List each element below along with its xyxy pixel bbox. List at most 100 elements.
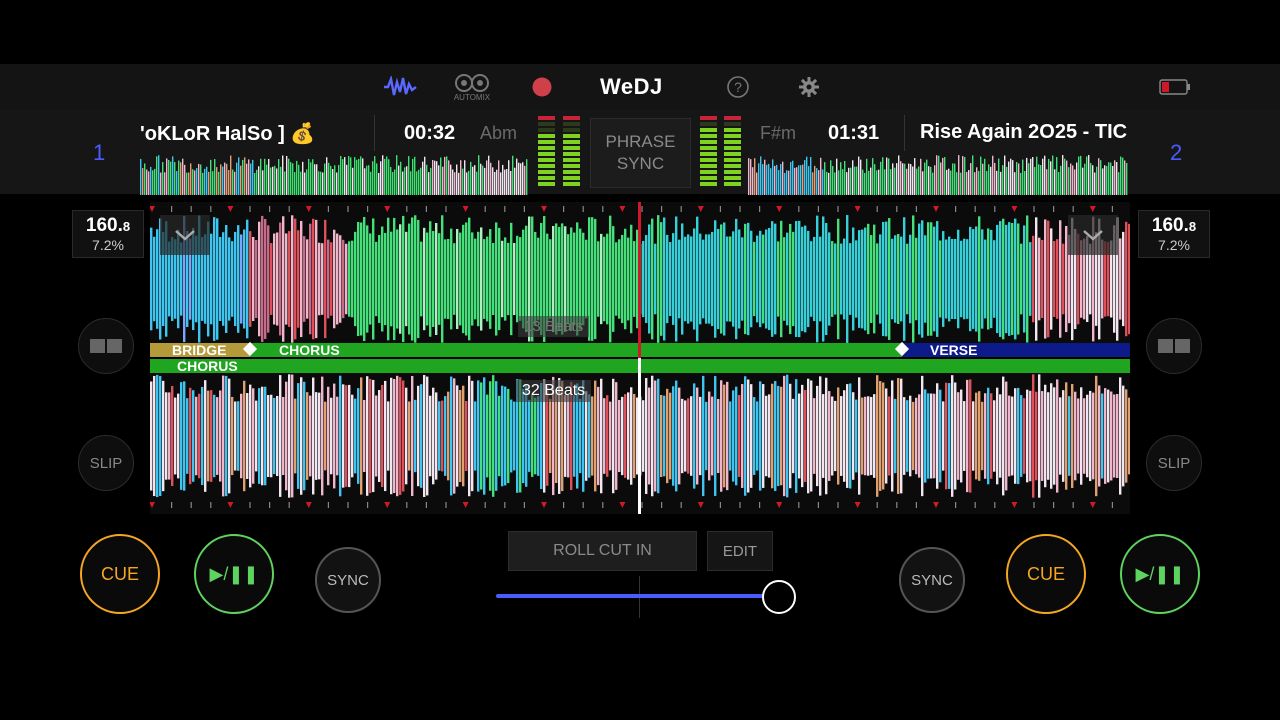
waveform-bar (183, 381, 186, 491)
waveform-bar (882, 157, 884, 195)
phrase-sync-button[interactable]: PHRASE SYNC (590, 118, 691, 188)
waveform-bar (399, 377, 402, 495)
waveform-bar (900, 161, 902, 195)
waveform-bar (924, 235, 927, 323)
deck-2-cue-button[interactable]: CUE (1006, 534, 1086, 614)
waveform-bar (807, 230, 810, 328)
waveform-bar (1006, 166, 1008, 195)
deck-1-play-pause-button[interactable]: ▶/❚❚ (194, 534, 274, 614)
deck-1-view-toggle-button[interactable] (78, 318, 134, 374)
deck-2-bpm-display[interactable]: 160.8 7.2% (1138, 210, 1210, 258)
waveform-bar (1090, 163, 1092, 195)
waveform-bar (152, 170, 154, 195)
waveform-bar (1104, 165, 1106, 195)
waveform-bar (258, 221, 261, 337)
waveform-bar (300, 220, 303, 338)
waveform-bar (270, 167, 272, 195)
beat-tick (619, 502, 626, 508)
waveform-bar (1035, 217, 1038, 341)
waveform-bar (518, 162, 520, 195)
deck-1-chevron-down-icon[interactable] (160, 215, 210, 255)
waveform-bar (600, 233, 603, 325)
waveform-bar (1122, 231, 1125, 327)
waveform-bar (873, 394, 876, 478)
waveform-bar (802, 164, 804, 195)
waveform-bar (843, 238, 846, 320)
deck-1-overview-waveform[interactable] (140, 155, 528, 195)
beat-tick (582, 206, 584, 212)
waveform-bar (290, 162, 292, 195)
waveform-bar (1052, 155, 1054, 195)
automix-button[interactable]: AUTOMIX (450, 70, 494, 104)
waveform-bar (226, 163, 228, 195)
waveform-bar (885, 388, 888, 484)
waveform-bar (866, 158, 868, 195)
help-button[interactable]: ? (726, 75, 750, 99)
deck-1-sync-button[interactable]: SYNC (315, 547, 381, 613)
edit-button[interactable]: EDIT (707, 531, 773, 571)
waveform-bar (300, 377, 303, 495)
deck-1-cue-button[interactable]: CUE (80, 534, 160, 614)
deck-1-track-title[interactable]: 'oKLoR HalSo ] 💰 (140, 121, 360, 146)
waveform-bar (717, 228, 720, 330)
waveform-bar (764, 159, 766, 195)
waveform-bar (537, 396, 540, 476)
waveform-bar (522, 229, 525, 329)
waveform-bar (519, 237, 522, 321)
waveform-bar (465, 401, 468, 471)
waveform-bar (249, 384, 252, 488)
waveform-bar (252, 236, 255, 322)
settings-button[interactable] (797, 75, 821, 99)
waveform-bar (506, 169, 508, 195)
split-view-icon (90, 339, 122, 353)
deck-2-sync-button[interactable]: SYNC (899, 547, 965, 613)
waveform-bar (942, 157, 944, 195)
waveform-bar (855, 399, 858, 473)
beat-tick (227, 502, 234, 508)
waveform-bar (597, 241, 600, 317)
waveform-bar (870, 235, 873, 323)
waveform-bar (990, 229, 993, 329)
deck-2-view-toggle-button[interactable] (1146, 318, 1202, 374)
waveform-bar (840, 162, 842, 195)
deck-1-bpm-display[interactable]: 160.8 7.2% (72, 210, 144, 258)
deck-2-track-title[interactable]: Rise Again 2O25 - TIC (920, 121, 1138, 144)
deck-1-slip-button[interactable]: SLIP (78, 435, 134, 491)
record-button[interactable] (531, 76, 553, 98)
waveform-bar (1119, 377, 1122, 495)
waveform-bar (618, 399, 621, 473)
waveform-bar (693, 228, 696, 330)
waveform-bar (474, 401, 477, 471)
waveform-bar (369, 378, 372, 494)
waveform-bar (1106, 166, 1108, 195)
waveform-icon[interactable] (382, 72, 418, 102)
deck-2-overview-waveform[interactable] (748, 155, 1128, 195)
waveform-bar (1022, 159, 1024, 195)
waveform-bar (1053, 387, 1056, 485)
beat-tick (425, 206, 427, 212)
deck-2-chevron-down-icon[interactable] (1068, 215, 1118, 255)
waveform-bar (456, 385, 459, 487)
waveform-bar (849, 383, 852, 489)
roll-cut-in-button[interactable]: ROLL CUT IN (508, 531, 697, 571)
waveform-bar (1035, 391, 1038, 481)
waveform-bar (1118, 172, 1120, 195)
waveform-bar (1029, 242, 1032, 316)
deck-2-slip-button[interactable]: SLIP (1146, 435, 1202, 491)
waveform-bar (939, 240, 942, 318)
crossfader-track[interactable] (496, 594, 766, 598)
waveform-bar (1068, 167, 1070, 195)
crossfader-handle[interactable] (762, 580, 796, 614)
waveform-bar (684, 236, 687, 322)
waveform-bar (504, 169, 506, 195)
waveform-bar (398, 165, 400, 195)
waveform-bar (885, 221, 888, 337)
waveform-bar (579, 228, 582, 330)
waveform-bar (426, 376, 429, 496)
waveform-bar (236, 162, 238, 195)
waveform-bar (237, 225, 240, 333)
waveform-bar (918, 166, 920, 195)
waveform-bar (234, 401, 237, 471)
deck-2-play-pause-button[interactable]: ▶/❚❚ (1120, 534, 1200, 614)
waveform-bar (240, 165, 242, 195)
